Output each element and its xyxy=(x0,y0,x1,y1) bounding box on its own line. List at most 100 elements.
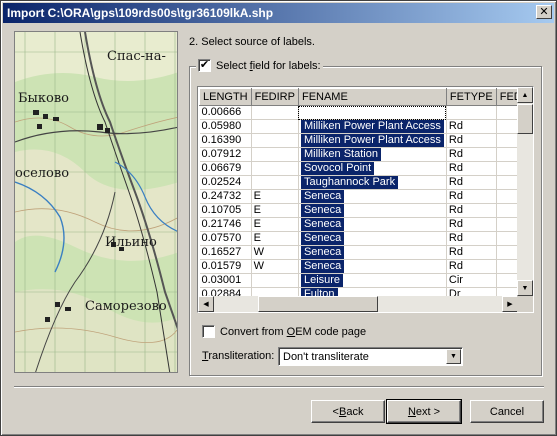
table-row[interactable]: 0.07912 Milliken Station Rd xyxy=(199,147,517,162)
cell-fedirs[interactable] xyxy=(496,217,517,232)
cell-length[interactable]: 0.05980 xyxy=(199,119,252,134)
cell-fedirp[interactable] xyxy=(251,287,299,296)
cell-fedirp[interactable] xyxy=(251,105,299,120)
cell-fedirs[interactable] xyxy=(496,119,517,134)
select-field-checkbox-row[interactable]: ✔ Select field for labels: xyxy=(196,59,323,72)
cell-length[interactable]: 0.16527 xyxy=(199,245,252,260)
column-header-length[interactable]: LENGTH xyxy=(199,88,252,106)
cell-length[interactable]: 0.24732 xyxy=(199,189,252,204)
scroll-left-button[interactable]: ◀ xyxy=(198,296,214,312)
field-grid[interactable]: LENGTH FEDIRP FENAME FETYPE FED 0.006660… xyxy=(197,86,534,313)
cell-fename[interactable]: Seneca xyxy=(298,259,447,274)
vertical-scroll-thumb[interactable] xyxy=(517,104,533,134)
cell-length[interactable]: 0.07570 xyxy=(199,231,252,246)
transliteration-select[interactable]: Don't transliterate ▼ xyxy=(278,347,463,366)
table-row[interactable]: 0.05980 Milliken Power Plant Access Rd xyxy=(199,119,517,134)
cell-fedirp[interactable]: W xyxy=(251,259,299,274)
cell-fedirp[interactable] xyxy=(251,175,299,190)
cell-fedirs[interactable] xyxy=(496,133,517,148)
next-button[interactable]: Next > xyxy=(386,399,462,424)
table-row[interactable]: 0.21746 E Seneca Rd xyxy=(199,217,517,232)
cell-fedirp[interactable] xyxy=(251,147,299,162)
cell-fetype[interactable]: Rd xyxy=(446,217,497,232)
table-row[interactable]: 0.02884 Fulton Dr xyxy=(199,287,517,296)
cell-fename[interactable]: Seneca xyxy=(298,203,447,218)
cell-fename[interactable]: Seneca xyxy=(298,189,447,204)
vertical-scrollbar[interactable]: ▲ ▼ xyxy=(517,87,533,296)
cell-fename[interactable]: Milliken Power Plant Access xyxy=(298,133,447,148)
cell-fetype[interactable]: Rd xyxy=(446,203,497,218)
scroll-right-button[interactable]: ▶ xyxy=(502,296,518,312)
cell-fename[interactable]: Milliken Station xyxy=(298,147,447,162)
cell-fetype[interactable] xyxy=(446,105,497,120)
cell-length[interactable]: 0.03001 xyxy=(199,273,252,288)
table-row[interactable]: 0.00666 xyxy=(199,105,517,120)
cell-fedirp[interactable]: E xyxy=(251,203,299,218)
table-row[interactable]: 0.16390 Milliken Power Plant Access Rd xyxy=(199,133,517,148)
table-row[interactable]: 0.06679 Sovocol Point Rd xyxy=(199,161,517,176)
title-bar[interactable]: Import C:\ORA\gps\109rds00s\tgr36109lkA.… xyxy=(3,3,554,23)
column-header-fename[interactable]: FENAME xyxy=(297,88,447,106)
column-header-fedirs[interactable]: FED xyxy=(495,88,517,106)
cell-fedirp[interactable] xyxy=(251,273,299,288)
cell-fedirs[interactable] xyxy=(496,259,517,274)
cell-length[interactable]: 0.02524 xyxy=(199,175,252,190)
cell-fedirp[interactable] xyxy=(251,119,299,134)
select-field-checkbox[interactable]: ✔ xyxy=(198,59,211,72)
cell-fetype[interactable]: Dr xyxy=(446,287,497,296)
table-row[interactable]: 0.07570 E Seneca Rd xyxy=(199,231,517,246)
table-row[interactable]: 0.02524 Taughannock Park Rd xyxy=(199,175,517,190)
cell-fename[interactable]: Seneca xyxy=(298,231,447,246)
cell-length[interactable]: 0.10705 xyxy=(199,203,252,218)
table-row[interactable]: 0.01579 W Seneca Rd xyxy=(199,259,517,274)
cell-fedirs[interactable] xyxy=(496,287,517,296)
back-button[interactable]: < Back xyxy=(311,400,385,423)
cell-fedirs[interactable] xyxy=(496,161,517,176)
table-row[interactable]: 0.03001 Leisure Cir xyxy=(199,273,517,288)
cell-fename[interactable]: Leisure xyxy=(298,273,447,288)
cell-length[interactable]: 0.07912 xyxy=(199,147,252,162)
table-row[interactable]: 0.24732 E Seneca Rd xyxy=(199,189,517,204)
scroll-up-button[interactable]: ▲ xyxy=(517,87,533,103)
cell-length[interactable]: 0.16390 xyxy=(199,133,252,148)
cell-fetype[interactable]: Rd xyxy=(446,161,497,176)
cell-length[interactable]: 0.21746 xyxy=(199,217,252,232)
cell-fetype[interactable]: Rd xyxy=(446,189,497,204)
cell-fedirs[interactable] xyxy=(496,231,517,246)
close-button[interactable]: ✕ xyxy=(536,5,552,19)
cell-fedirp[interactable] xyxy=(251,133,299,148)
cell-fetype[interactable]: Cir xyxy=(446,273,497,288)
cell-fedirs[interactable] xyxy=(496,175,517,190)
horizontal-scroll-thumb[interactable] xyxy=(258,296,378,312)
cell-fedirp[interactable] xyxy=(251,161,299,176)
cell-fedirp[interactable]: E xyxy=(251,189,299,204)
cell-fetype[interactable]: Rd xyxy=(446,245,497,260)
cell-fedirs[interactable] xyxy=(496,147,517,162)
column-header-fedirp[interactable]: FEDIRP xyxy=(250,88,299,106)
cell-fetype[interactable]: Rd xyxy=(446,175,497,190)
cell-fedirs[interactable] xyxy=(496,245,517,260)
cell-fedirs[interactable] xyxy=(496,105,517,120)
cell-fename[interactable]: Fulton xyxy=(298,287,447,296)
horizontal-scrollbar[interactable]: ◀ ▶ xyxy=(198,296,518,312)
cell-fedirs[interactable] xyxy=(496,189,517,204)
cell-fename[interactable]: Seneca xyxy=(298,217,447,232)
cell-fedirs[interactable] xyxy=(496,273,517,288)
cell-length[interactable]: 0.01579 xyxy=(199,259,252,274)
oem-checkbox-row[interactable]: Convert from OEM code page xyxy=(202,325,366,338)
cell-fename[interactable]: Taughannock Park xyxy=(298,175,447,190)
cell-fetype[interactable]: Rd xyxy=(446,231,497,246)
table-row[interactable]: 0.10705 E Seneca Rd xyxy=(199,203,517,218)
cell-fename[interactable]: Sovocol Point xyxy=(298,161,447,176)
cell-fedirp[interactable]: W xyxy=(251,245,299,260)
cell-length[interactable]: 0.02884 xyxy=(199,287,252,296)
cell-fetype[interactable]: Rd xyxy=(446,259,497,274)
cell-length[interactable]: 0.00666 xyxy=(199,105,252,120)
cell-length[interactable]: 0.06679 xyxy=(199,161,252,176)
column-header-fetype[interactable]: FETYPE xyxy=(445,88,497,106)
cell-fetype[interactable]: Rd xyxy=(446,133,497,148)
cell-fename[interactable] xyxy=(298,105,447,120)
table-row[interactable]: 0.16527 W Seneca Rd xyxy=(199,245,517,260)
dropdown-button[interactable]: ▼ xyxy=(446,349,461,364)
cell-fedirs[interactable] xyxy=(496,203,517,218)
